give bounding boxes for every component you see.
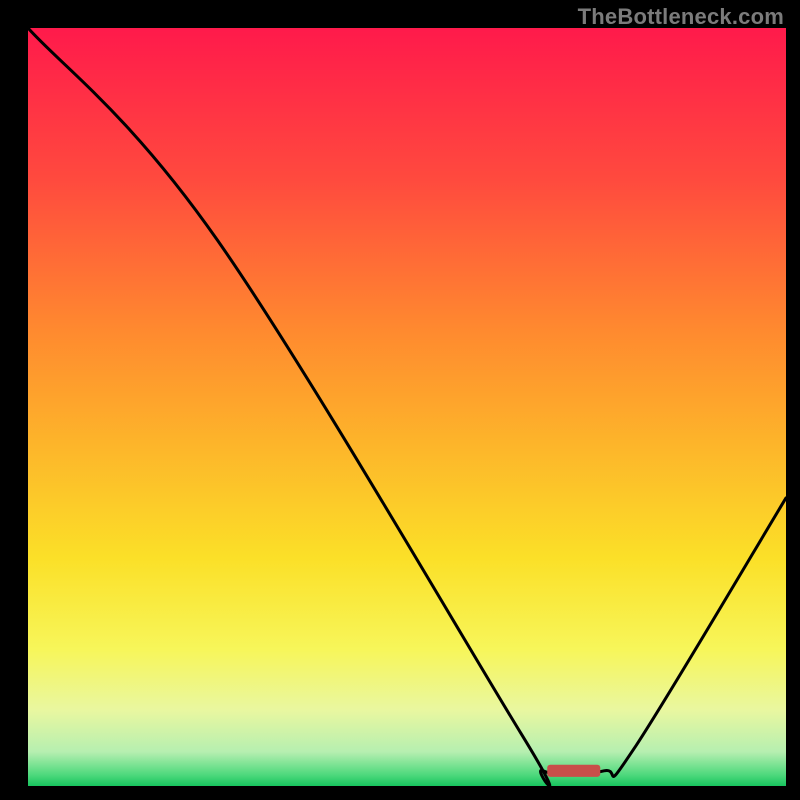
chart-container: TheBottleneck.com [0, 0, 800, 800]
watermark-text: TheBottleneck.com [578, 4, 784, 30]
chart-plot [0, 0, 800, 800]
optimal-marker [547, 765, 600, 777]
